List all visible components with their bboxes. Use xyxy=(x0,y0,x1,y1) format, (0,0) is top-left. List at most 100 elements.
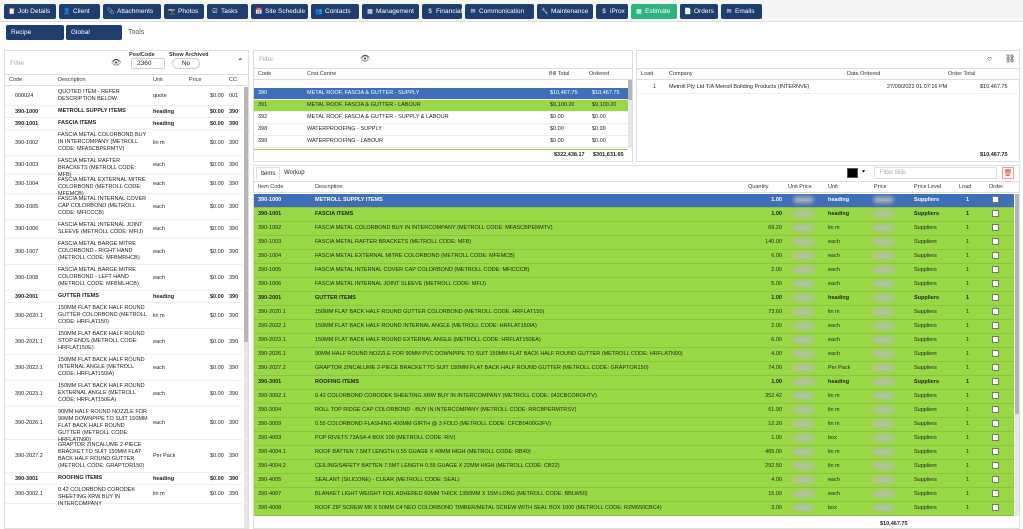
order-checkbox[interactable] xyxy=(992,448,999,455)
bill-qty[interactable]: 292.50 xyxy=(765,463,782,470)
catalog-filter-input[interactable]: Filter xyxy=(10,60,24,67)
postcode-input[interactable]: 2360 xyxy=(131,58,165,69)
tab-items[interactable]: Items xyxy=(256,167,280,179)
bill-item-row[interactable]: 390-4004.1 ROOF BATTEN 7.5MT LENGTH 0.55 … xyxy=(254,446,1014,460)
order-checkbox[interactable] xyxy=(992,378,999,385)
nav-tasks[interactable]: ☑ Tasks xyxy=(207,4,248,19)
nav-attachments[interactable]: 📎 Attachments xyxy=(103,4,161,19)
bill-item-row[interactable]: 390-4005 SEALANT (SILICONE) - CLEAR (METR… xyxy=(254,474,1014,488)
bill-item-row[interactable]: 390-1001 FASCIA ITEMS 1.00 █████ heading ████… xyxy=(254,208,1014,222)
order-checkbox[interactable] xyxy=(992,252,999,259)
chevron-down-icon[interactable]: ▾ xyxy=(862,168,865,175)
order-checkbox[interactable] xyxy=(992,224,999,231)
filter-bills-input[interactable]: Filter Bills xyxy=(874,167,997,179)
order-row[interactable]: 1 Metroll Pty Ltd T/A Metroll Building Pr… xyxy=(637,82,1017,94)
col-unit[interactable]: Unit xyxy=(828,184,838,190)
bill-qty[interactable]: 1.00 xyxy=(771,295,782,302)
color-swatch[interactable] xyxy=(847,168,858,178)
nav-client[interactable]: 👤 Client xyxy=(59,4,100,19)
order-checkbox[interactable] xyxy=(992,238,999,245)
cost-centre-row[interactable]: 391 METAL ROOF, FASCIA & GUTTER - LABOUR $… xyxy=(254,100,628,112)
bill-qty[interactable]: 61.90 xyxy=(768,407,782,414)
bill-qty[interactable]: 6.00 xyxy=(771,337,782,344)
catalog-row[interactable]: 390-1001 FASCIA ITEMS heading $0.00 390 xyxy=(5,118,243,130)
bill-qty[interactable]: 4.00 xyxy=(771,477,782,484)
order-checkbox[interactable] xyxy=(992,406,999,413)
col-ordered[interactable]: Ordered xyxy=(589,71,609,77)
col-item-code[interactable]: Item Code xyxy=(258,184,283,190)
col-load[interactable]: Load xyxy=(641,71,653,77)
bill-item-row[interactable]: 390-4007 BLANKET LIGHT WEIGHT FOIL ADHERE… xyxy=(254,488,1014,502)
catalog-row[interactable]: 000024 QUOTED ITEM - REFER DESCRIPTION BE… xyxy=(5,87,243,106)
bill-qty[interactable]: 6.00 xyxy=(771,253,782,260)
bill-item-row[interactable]: 390-4008 ROOF ZIP SCREW M6 X 50MM C4 NEO … xyxy=(254,502,1014,516)
col-description[interactable]: Description xyxy=(315,184,343,190)
bill-item-row[interactable]: 390-3002.1 0.42 COLORBOND CORODEK SHEETIN… xyxy=(254,390,1014,404)
order-checkbox[interactable] xyxy=(992,490,999,497)
show-archived-toggle[interactable]: No xyxy=(172,58,200,69)
bill-item-row[interactable]: 390-1006 FASCIA METAL INTERNAL JOINT SLEE… xyxy=(254,278,1014,292)
catalog-row[interactable]: 390-1003 FASCIA METAL RAFTER BRACKETS (ME… xyxy=(5,156,243,178)
bill-qty[interactable]: 5.00 xyxy=(771,281,782,288)
nav-site-schedule[interactable]: 📅 Site Schedule xyxy=(251,4,308,19)
order-checkbox[interactable] xyxy=(992,322,999,329)
bill-qty[interactable]: 465.00 xyxy=(765,449,782,456)
link-icon[interactable]: ⛓ xyxy=(1005,54,1015,63)
col-order[interactable]: Order xyxy=(989,184,1003,190)
bill-qty[interactable]: 73.60 xyxy=(768,309,782,316)
cost-filter-input[interactable]: Filter xyxy=(259,56,273,63)
chevron-up-icon[interactable]: ⌃ xyxy=(237,57,244,66)
order-checkbox[interactable] xyxy=(992,266,999,273)
catalog-row[interactable]: 390-1002 FASCIA METAL COLORBOND BUY IN IN… xyxy=(5,130,243,156)
order-checkbox[interactable] xyxy=(992,434,999,441)
catalog-row[interactable]: 390-2022.1 150MM FLAT BACK HALF ROUND INT… xyxy=(5,355,243,381)
col-bill-total[interactable]: Bill Total xyxy=(549,71,569,77)
order-checkbox[interactable] xyxy=(992,336,999,343)
eye-icon[interactable]: 👁 xyxy=(360,54,370,63)
bill-item-row[interactable]: 390-2023.1 150MM FLAT BACK HALF ROUND EXT… xyxy=(254,334,1014,348)
bill-qty[interactable]: 3.00 xyxy=(771,505,782,512)
nav-orders[interactable]: 📄 Orders xyxy=(680,4,718,19)
order-checkbox[interactable] xyxy=(992,210,999,217)
bill-item-row[interactable]: 390-1004 FASCIA METAL EXTERNAL MITRE COLO… xyxy=(254,250,1014,264)
col-description[interactable]: Description xyxy=(58,77,86,83)
order-checkbox[interactable] xyxy=(992,476,999,483)
col-quantity[interactable]: Quantity xyxy=(748,184,768,190)
eye-icon[interactable]: 👁 xyxy=(111,58,121,67)
bill-qty[interactable]: 1.00 xyxy=(771,435,782,442)
tools-tab[interactable]: Tools xyxy=(128,25,144,40)
nav-photos[interactable]: 📷 Photos xyxy=(164,4,204,19)
catalog-row[interactable]: 390-2020.1 150MM FLAT BACK HALF ROUND GUT… xyxy=(5,303,243,329)
bill-qty[interactable]: 352.42 xyxy=(765,393,782,400)
order-checkbox[interactable] xyxy=(992,280,999,287)
col-date-ordered[interactable]: Date Ordered xyxy=(847,71,880,77)
nav-iprox[interactable]: $ iProx xyxy=(596,4,628,19)
col-company[interactable]: Company xyxy=(669,71,693,77)
catalog-row[interactable]: 390-1007 FASCIA METAL BARGE MITRE COLORBO… xyxy=(5,239,243,265)
order-checkbox[interactable] xyxy=(992,350,999,357)
cost-scrollbar[interactable] xyxy=(628,80,632,148)
cost-centre-row[interactable]: 392 METAL ROOF, FASCIA & GUTTER - SUPPLY … xyxy=(254,112,628,124)
nav-financial[interactable]: $ Financial xyxy=(422,4,462,19)
bill-qty[interactable]: 69.20 xyxy=(768,225,782,232)
catalog-row[interactable]: 390-2027.2 GRAPTOR ZINCALUME 2-PIECE BRAC… xyxy=(5,440,243,473)
bill-item-row[interactable]: 390-1005 FASCIA METAL INTERNAL COVER CAP … xyxy=(254,264,1014,278)
nav-communication[interactable]: ✉ Communication xyxy=(465,4,534,19)
bill-qty[interactable]: 2.00 xyxy=(771,323,782,330)
col-load[interactable]: Load xyxy=(959,184,971,190)
tab-workup[interactable]: Workup xyxy=(284,167,305,179)
bill-item-row[interactable]: 390-2027.2 GRAPTOR ZINCALUME 2-PIECE BRAC… xyxy=(254,362,1014,376)
nav-estimate[interactable]: ▦ Estimate xyxy=(631,4,677,19)
radio-icon[interactable]: ○ xyxy=(987,54,992,63)
bill-item-row[interactable]: 390-3001 ROOFING ITEMS 1.00 █████ heading ███… xyxy=(254,376,1014,390)
nav-management[interactable]: ▦ Management xyxy=(362,4,419,19)
cost-centre-row[interactable]: 399 WATERPROOFING - LABOUR $0.00 $0.00 xyxy=(254,136,628,148)
catalog-row[interactable]: 390-2021.1 150MM FLAT BACK HALF ROUND STO… xyxy=(5,329,243,355)
items-scrollbar[interactable] xyxy=(1015,194,1019,516)
order-checkbox[interactable] xyxy=(992,364,999,371)
nav-job-details[interactable]: 📋 Job Details xyxy=(4,4,56,19)
bill-qty[interactable]: 15.00 xyxy=(768,491,782,498)
recipe-variables-button[interactable]: Recipe Variables xyxy=(6,25,64,51)
bill-item-row[interactable]: 390-2020.1 150MM FLAT BACK HALF ROUND GUT… xyxy=(254,306,1014,320)
cost-centre-row[interactable]: 398 WATERPROOFING - SUPPLY $0.00 $0.00 xyxy=(254,124,628,136)
